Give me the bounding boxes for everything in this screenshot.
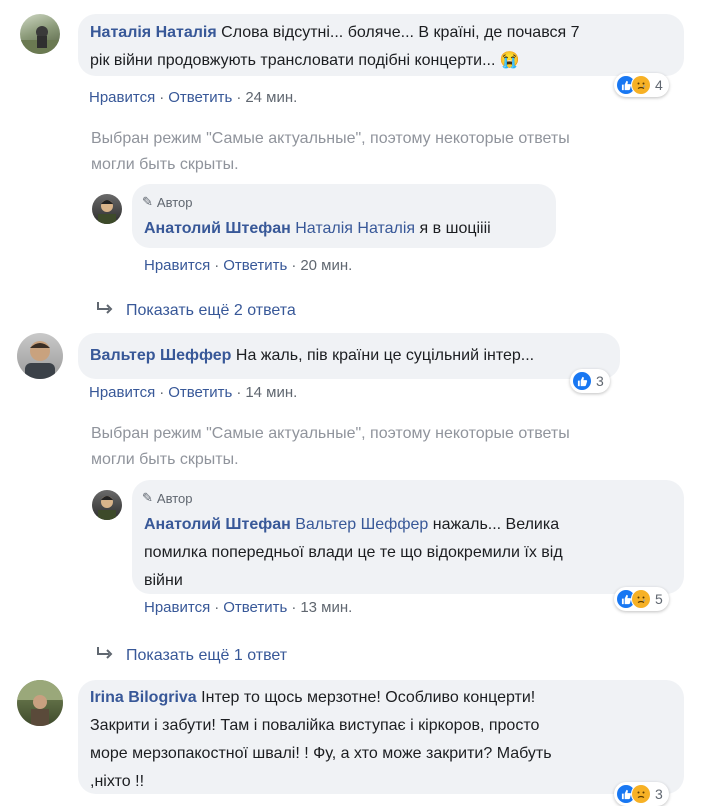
comment-bubble: Наталія Наталія Слова відсутні... боляче… (78, 14, 684, 76)
like-button[interactable]: Нравится (144, 257, 210, 274)
reply-button[interactable]: Ответить (223, 599, 287, 616)
like-button[interactable]: Нравится (144, 599, 210, 616)
comment-author[interactable]: Наталія Наталія (90, 24, 217, 41)
reply-text: нажаль... Велика (432, 516, 560, 533)
reaction-count: 4 (655, 77, 663, 93)
comment-bubble: Вальтер Шеффер На жаль, пів країни це су… (78, 333, 620, 379)
timestamp[interactable]: 13 мин. (300, 599, 352, 616)
pen-icon: ✎ (142, 194, 153, 209)
avatar[interactable] (92, 490, 122, 520)
reply-bubble: ✎ Автор Анатолий Штефан Наталія Наталія я… (132, 184, 556, 248)
reply-text: помилка попередньої влади це те що відок… (144, 544, 563, 561)
sad-icon (631, 784, 651, 804)
reply-button[interactable]: Ответить (168, 384, 232, 401)
comment-text: Закрити і забути! Там і повалійка виступ… (90, 717, 540, 734)
reply-text: війни (144, 572, 183, 589)
reply-author[interactable]: Анатолий Штефан (144, 516, 291, 533)
comment-text: На жаль, пів країни це суцільний інтер..… (235, 347, 535, 364)
reply-actions: Нравится · Ответить · 13 мин. (144, 599, 353, 616)
reaction-count: 5 (655, 591, 663, 607)
reaction-summary[interactable]: 5 (614, 587, 669, 611)
pen-icon: ✎ (142, 490, 153, 505)
reaction-summary[interactable]: 3 (570, 369, 610, 393)
comment-author[interactable]: Irina Bilogriva (90, 689, 197, 706)
crying-emoji: 😭 (499, 52, 520, 69)
avatar[interactable] (17, 680, 63, 726)
comment-actions: Нравится · Ответить · 24 мин. (89, 89, 298, 106)
author-badge: ✎ Автор (142, 194, 193, 210)
reaction-summary[interactable]: 3 (614, 782, 669, 806)
show-more-replies[interactable]: Показать ещё 1 ответ (96, 645, 287, 666)
reply-bubble: ✎ Автор Анатолий Штефан Вальтер Шеффер на… (132, 480, 684, 594)
avatar[interactable] (20, 14, 60, 54)
sort-notice: Выбран режим "Самые актуальные", поэтому… (91, 425, 570, 468)
comment-author[interactable]: Вальтер Шеффер (90, 347, 231, 364)
comment-text: рік війни продовжують трансловати подібн… (90, 52, 496, 69)
reply-arrow-icon (96, 300, 114, 321)
like-button[interactable]: Нравится (89, 89, 155, 106)
timestamp[interactable]: 24 мин. (245, 89, 297, 106)
reaction-count: 3 (596, 373, 604, 389)
timestamp[interactable]: 14 мин. (245, 384, 297, 401)
sad-icon (631, 589, 651, 609)
like-icon (572, 371, 592, 391)
reply-arrow-icon (96, 645, 114, 666)
reply-author[interactable]: Анатолий Штефан (144, 220, 291, 237)
comment-text: ,ніхто !! (90, 773, 145, 790)
comment-actions: Нравится · Ответить · 14 мин. (89, 384, 298, 401)
avatar[interactable] (92, 194, 122, 224)
avatar[interactable] (17, 333, 63, 379)
comment-text: Слова відсутні... боляче... В країні, де… (221, 24, 580, 41)
reaction-summary[interactable]: 4 (614, 73, 669, 97)
comment-text: море мерзопакостної швалі! ! Фу, а хто м… (90, 745, 552, 762)
sad-icon (631, 75, 651, 95)
comment-bubble: Irina Bilogriva Інтер то щось мерзотне! … (78, 680, 684, 794)
reply-actions: Нравится · Ответить · 20 мин. (144, 257, 353, 274)
timestamp[interactable]: 20 мин. (300, 257, 352, 274)
reply-button[interactable]: Ответить (223, 257, 287, 274)
show-more-replies[interactable]: Показать ещё 2 ответа (96, 300, 296, 321)
like-button[interactable]: Нравится (89, 384, 155, 401)
author-badge: ✎ Автор (142, 490, 193, 506)
mention-link[interactable]: Вальтер Шеффер (295, 516, 428, 533)
mention-link[interactable]: Наталія Наталія (295, 220, 415, 237)
reply-text: я в шоціііі (419, 220, 491, 237)
sort-notice: Выбран режим "Самые актуальные", поэтому… (91, 130, 570, 173)
comment-text: Інтер то щось мерзотне! Особливо концерт… (201, 689, 536, 706)
reply-button[interactable]: Ответить (168, 89, 232, 106)
